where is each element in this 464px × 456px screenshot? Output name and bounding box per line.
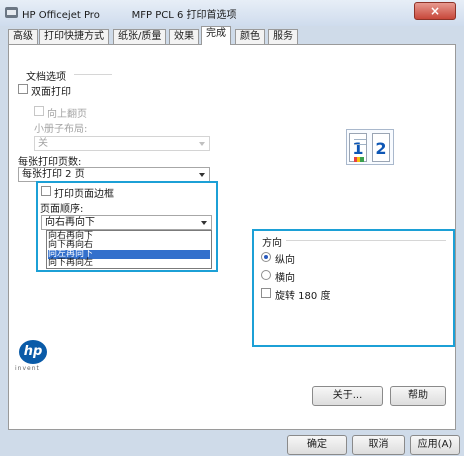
orientation-title: 方向 [262, 238, 282, 249]
tab-printing-shortcuts[interactable]: 打印快捷方式 [39, 29, 109, 44]
tab-finishing[interactable]: 完成 [201, 26, 231, 45]
text-lines-icon [354, 139, 366, 145]
printer-preferences-window: HP Officejet Pro MFP PCL 6 打印首选项 × 高级 打印… [0, 0, 464, 456]
chart-icon [354, 157, 364, 162]
portrait-radio[interactable] [261, 252, 271, 262]
page-order-callout [36, 181, 218, 272]
finishing-panel: 文档选项 双面打印 向上翻页 小册子布局: 关 每张打印页数: 每张打印 2 页… [8, 44, 456, 430]
tab-color[interactable]: 颜色 [235, 29, 265, 44]
preview-page-1: 1 [349, 133, 367, 162]
landscape-radio[interactable] [261, 270, 271, 280]
duplex-checkbox[interactable] [18, 84, 28, 94]
portrait-label: 纵向 [275, 255, 295, 266]
tab-services[interactable]: 服务 [268, 29, 298, 44]
booklet-layout-label: 小册子布局: [34, 124, 88, 135]
group-divider [286, 240, 446, 241]
ok-button[interactable]: 确定 [287, 435, 347, 455]
tab-effects[interactable]: 效果 [169, 29, 199, 44]
flip-pages-up-label: 向上翻页 [47, 109, 87, 120]
group-divider [74, 74, 112, 75]
rotate-180-checkbox[interactable] [261, 288, 271, 298]
window-title: HP Officejet Pro MFP PCL 6 打印首选项 [22, 10, 237, 21]
page-layout-preview: 1 2 [346, 129, 394, 165]
cancel-button[interactable]: 取消 [352, 435, 405, 455]
pages-per-sheet-select[interactable]: 每张打印 2 页 [18, 167, 210, 182]
apply-button[interactable]: 应用(A) [410, 435, 460, 455]
flip-pages-up-checkbox[interactable] [34, 106, 44, 116]
about-button[interactable]: 关于... [312, 386, 383, 406]
booklet-layout-select[interactable]: 关 [34, 136, 210, 151]
rotate-180-label: 旋转 180 度 [275, 291, 331, 302]
hp-logo: hp [19, 340, 47, 364]
tab-advanced[interactable]: 高级 [8, 29, 38, 44]
pages-per-sheet-value: 每张打印 2 页 [22, 169, 85, 180]
chevron-down-icon [199, 142, 205, 146]
tab-paper-quality[interactable]: 纸张/质量 [113, 29, 167, 44]
title-bar: HP Officejet Pro MFP PCL 6 打印首选项 × [0, 0, 464, 26]
hp-tagline: invent [15, 365, 40, 372]
close-button[interactable]: × [414, 2, 456, 20]
pages-per-sheet-label: 每张打印页数: [18, 157, 82, 168]
tab-bar: 高级 打印快捷方式 纸张/质量 效果 完成 颜色 服务 [8, 26, 456, 45]
printer-icon [5, 7, 18, 18]
preview-page-2: 2 [372, 133, 390, 162]
help-button[interactable]: 帮助 [390, 386, 446, 406]
duplex-label: 双面打印 [31, 87, 71, 98]
booklet-layout-value: 关 [38, 138, 48, 149]
landscape-label: 横向 [275, 273, 295, 284]
document-options-title: 文档选项 [26, 72, 66, 83]
chevron-down-icon [199, 173, 205, 177]
